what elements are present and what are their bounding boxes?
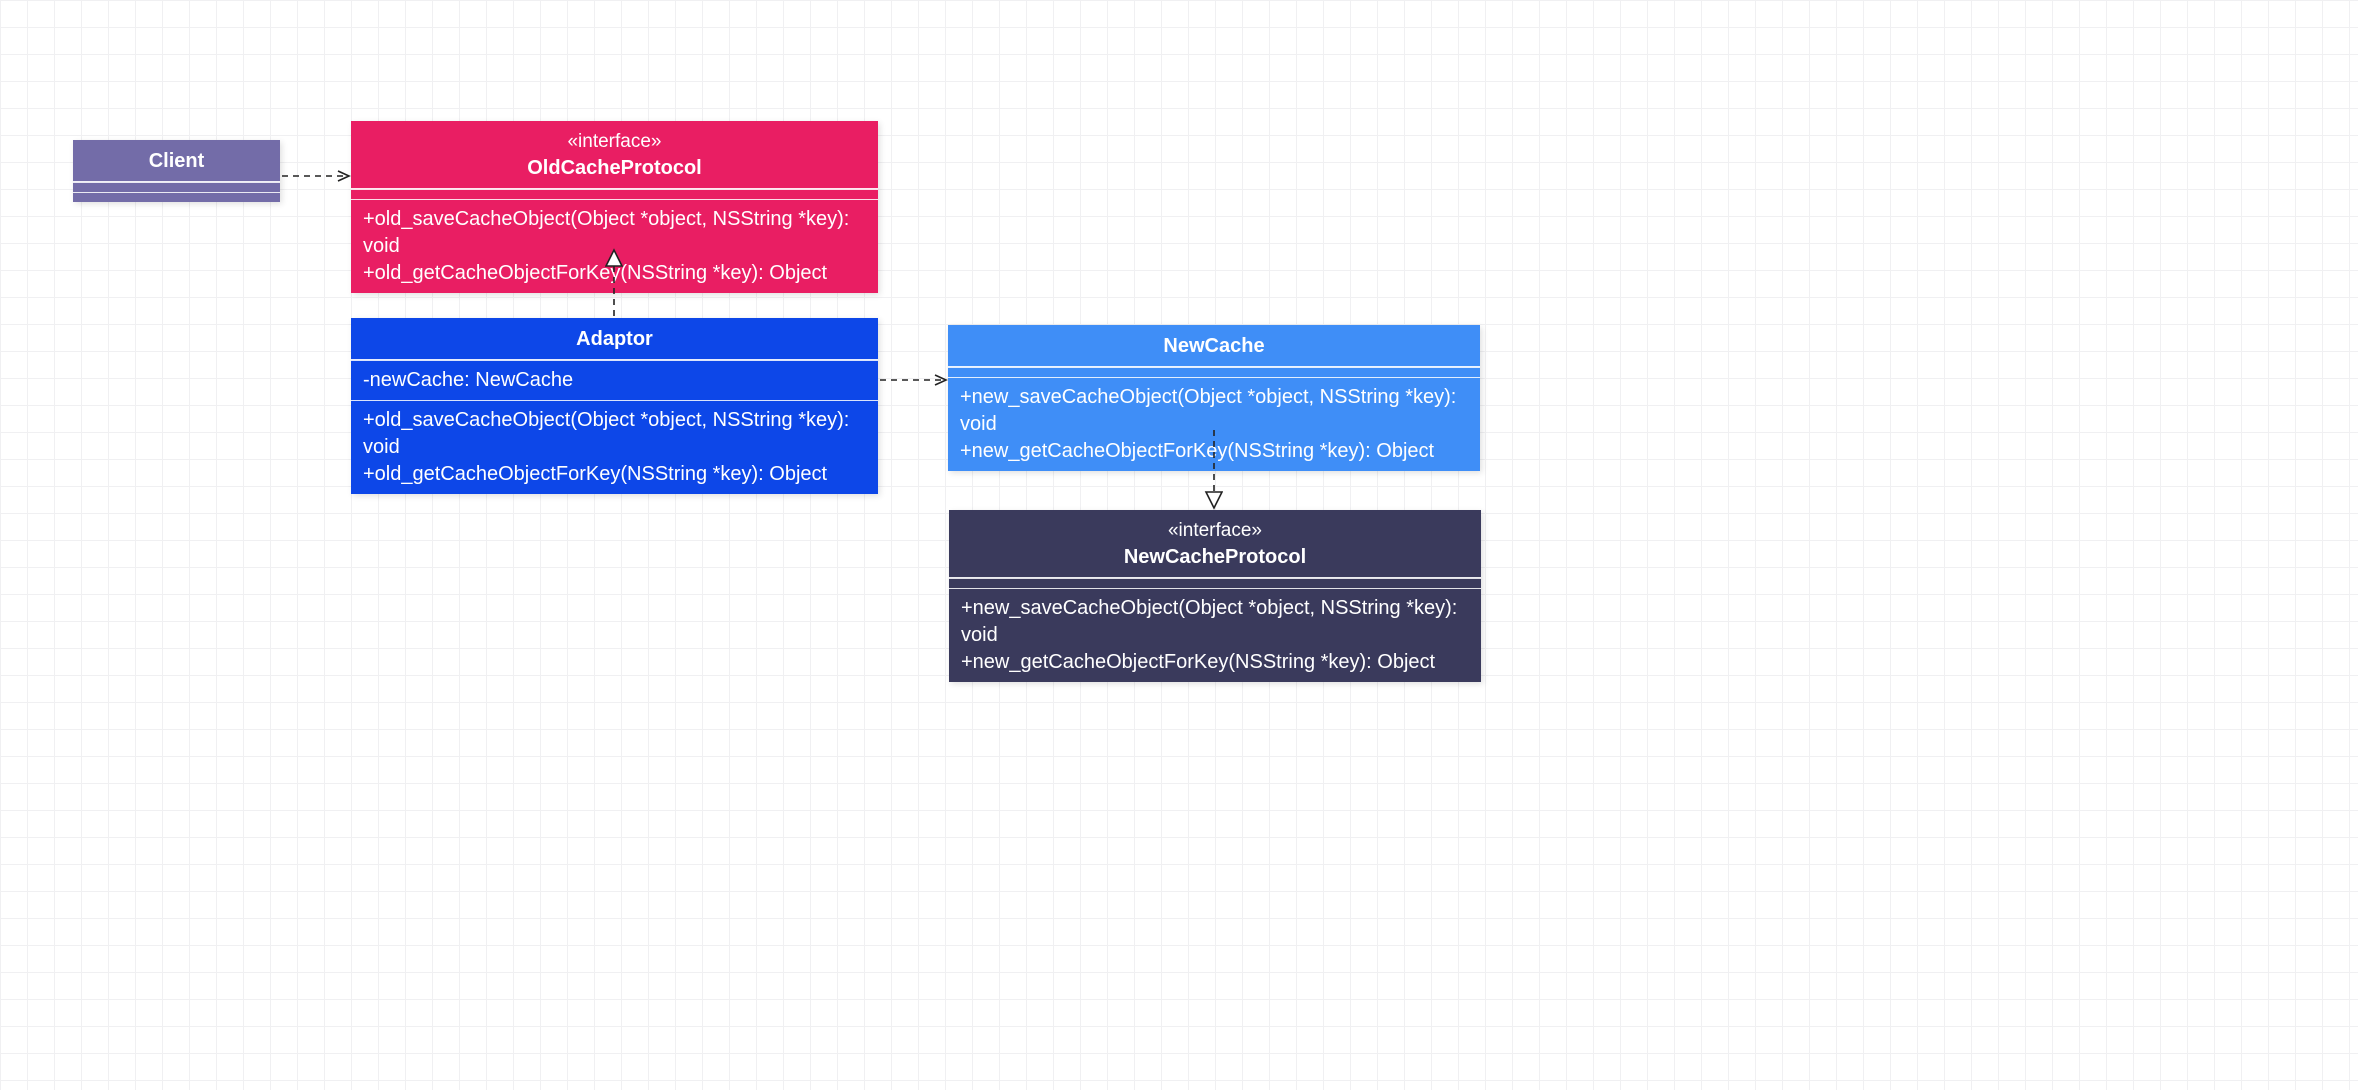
class-title: «interface» OldCacheProtocol [351,121,878,189]
class-name: NewCache [1163,335,1264,357]
class-method: +new_getCacheObjectForKey(NSString *key)… [961,649,1469,676]
class-methods: +new_saveCacheObject(Object *object, NSS… [949,588,1481,682]
class-empty-section [351,189,878,199]
class-title: Client [73,140,280,182]
class-methods: +old_saveCacheObject(Object *object, NSS… [351,400,878,494]
class-methods: +old_saveCacheObject(Object *object, NSS… [351,199,878,293]
class-empty-section [73,192,280,202]
class-method: +old_getCacheObjectForKey(NSString *key)… [363,260,866,287]
uml-class-newcache[interactable]: NewCache +new_saveCacheObject(Object *ob… [948,325,1480,471]
class-methods: +new_saveCacheObject(Object *object, NSS… [948,377,1480,471]
class-method: +new_saveCacheObject(Object *object, NSS… [961,595,1469,649]
class-empty-section [73,182,280,192]
class-name: NewCacheProtocol [1124,546,1306,568]
class-title: Adaptor [351,318,878,360]
class-method: +old_getCacheObjectForKey(NSString *key)… [363,461,866,488]
class-method: +old_saveCacheObject(Object *object, NSS… [363,407,866,461]
class-name: OldCacheProtocol [527,157,701,179]
class-stereotype: «interface» [363,129,866,155]
uml-class-client[interactable]: Client [73,140,280,202]
class-empty-section [948,367,1480,377]
class-name: Adaptor [576,328,653,350]
class-name: Client [149,150,205,172]
class-stereotype: «interface» [961,518,1469,544]
uml-class-adaptor[interactable]: Adaptor -newCache: NewCache +old_saveCac… [351,318,878,494]
uml-class-oldcacheprotocol[interactable]: «interface» OldCacheProtocol +old_saveCa… [351,121,878,293]
uml-class-newcacheprotocol[interactable]: «interface» NewCacheProtocol +new_saveCa… [949,510,1481,682]
class-method: +new_saveCacheObject(Object *object, NSS… [960,384,1468,438]
class-title: «interface» NewCacheProtocol [949,510,1481,578]
class-method: +old_saveCacheObject(Object *object, NSS… [363,206,866,260]
class-empty-section [949,578,1481,588]
class-method: +new_getCacheObjectForKey(NSString *key)… [960,438,1468,465]
class-attribute: -newCache: NewCache [363,367,866,394]
class-title: NewCache [948,325,1480,367]
class-attributes: -newCache: NewCache [351,360,878,400]
